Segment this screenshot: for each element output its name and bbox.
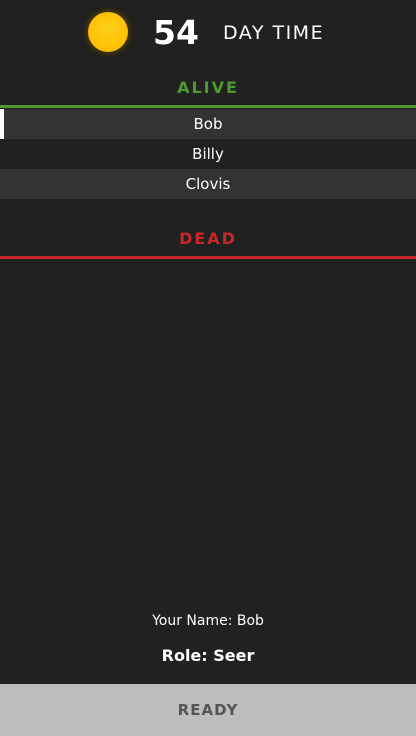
your-name-label: Your Name: Bob — [152, 613, 264, 629]
dead-section-title: DEAD — [179, 229, 237, 248]
header: 54 DAY TIME — [0, 0, 416, 66]
sun-icon — [88, 12, 128, 52]
alive-player-list: Bob Billy Clovis — [0, 109, 416, 199]
role-label: Role: Seer — [161, 646, 255, 665]
phase-label: DAY TIME — [223, 22, 325, 44]
alive-divider — [0, 105, 416, 108]
ready-button[interactable]: READY — [0, 684, 416, 736]
player-name: Billy — [192, 145, 224, 163]
player-row-clovis[interactable]: Clovis — [0, 169, 416, 199]
selected-indicator — [0, 109, 4, 139]
player-name: Clovis — [185, 175, 231, 193]
player-row-bob[interactable]: Bob — [0, 109, 416, 139]
countdown-timer: 54 — [153, 13, 199, 52]
alive-section-title: ALIVE — [177, 78, 239, 97]
dead-divider — [0, 256, 416, 259]
player-name: Bob — [193, 115, 223, 133]
player-row-billy[interactable]: Billy — [0, 139, 416, 169]
